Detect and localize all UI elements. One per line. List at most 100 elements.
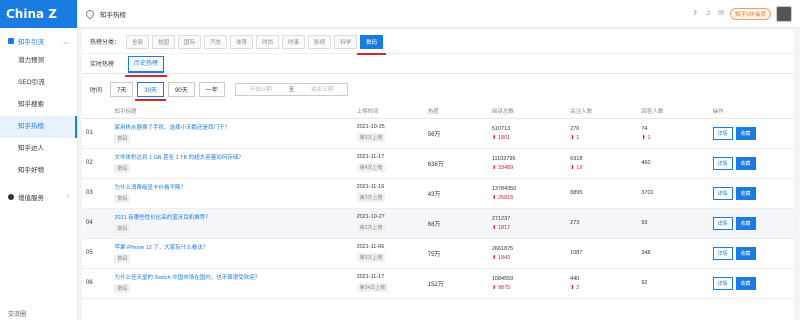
category-film[interactable]: 影视 bbox=[308, 34, 332, 49]
table-row: 01 家用热水器换了手机，选择小天鹅还是西门子？ 数码 2021-10-25 第… bbox=[82, 118, 794, 149]
reads-increase-value: 33489 bbox=[497, 164, 514, 171]
category-news[interactable]: 时事 bbox=[282, 34, 306, 49]
time-90d-button[interactable]: 90天 bbox=[168, 81, 195, 97]
row-reads-cell: 510713 ⬆ 1801 bbox=[487, 118, 567, 149]
question-title-link[interactable]: 2021 有哪些性价比高的蓝牙耳机推荐？ bbox=[114, 213, 352, 221]
logo[interactable]: China Z .com bbox=[0, 0, 77, 49]
row-answers-cell: 3701 bbox=[637, 178, 709, 209]
avatar[interactable] bbox=[776, 5, 792, 22]
nav-group-label: 增值服务 bbox=[18, 195, 44, 202]
collect-button[interactable]: 收藏 bbox=[735, 156, 756, 170]
time-1y-button[interactable]: 一年 bbox=[198, 81, 225, 97]
detail-button[interactable]: 详情 bbox=[712, 156, 733, 170]
sidebar-item-seo[interactable]: SEO引流 bbox=[0, 72, 77, 94]
col-follows[interactable]: 关注人数 bbox=[566, 104, 638, 119]
row-reads-cell: 11103796 ⬆ 33489 bbox=[487, 148, 567, 179]
answers-total: 3701 bbox=[641, 190, 654, 196]
row-follows-cell: 270 ⬆ 1 bbox=[566, 118, 638, 149]
start-date-input[interactable]: 开始日期 bbox=[236, 85, 286, 93]
date-range-picker[interactable]: 开始日期 至 结束日期 bbox=[234, 82, 349, 96]
follows-increase: ⬆ 2 bbox=[570, 284, 580, 291]
nav-group-value-added[interactable]: 增值服务 › bbox=[0, 188, 77, 206]
vip-badge[interactable]: 知乎VIP会员 bbox=[730, 7, 771, 20]
reads-total: 11103796 bbox=[491, 155, 516, 162]
category-intl[interactable]: 国际 bbox=[178, 34, 202, 49]
row-actions-cell: 详情 收藏 bbox=[708, 118, 794, 149]
question-title-link[interactable]: 为什么消费级显卡价格不降？ bbox=[114, 183, 352, 191]
row-date-cell: 2021-11-17 第34次上榜 bbox=[352, 268, 424, 299]
date-range-separator: 至 bbox=[288, 87, 295, 93]
col-heat[interactable]: 热度 bbox=[423, 104, 488, 119]
time-30d-button[interactable]: 30天 bbox=[135, 81, 166, 101]
row-date-cell: 2021-11-06 第3次上榜 bbox=[352, 238, 424, 269]
detail-button[interactable]: 详情 bbox=[712, 276, 733, 290]
category-sports[interactable]: 体育 bbox=[230, 34, 254, 49]
question-title-link[interactable]: 家用热水器换了手机，选择小天鹅还是西门子？ bbox=[114, 123, 352, 131]
category-all[interactable]: 全部 bbox=[126, 34, 150, 49]
collect-button[interactable]: 收藏 bbox=[735, 126, 756, 140]
follows-total: 270 bbox=[570, 125, 580, 132]
collect-button[interactable]: 收藏 bbox=[735, 276, 756, 290]
reads-increase: ⬆ 1817 bbox=[491, 224, 511, 231]
end-date-input[interactable]: 结束日期 bbox=[297, 85, 347, 93]
category-tag: 数码 bbox=[114, 254, 131, 263]
follows-total: 6918 bbox=[570, 155, 583, 162]
category-tag: 数码 bbox=[114, 194, 131, 203]
bell-icon[interactable]: ♫ bbox=[704, 10, 712, 18]
detail-button[interactable]: 详情 bbox=[712, 216, 733, 230]
collect-button[interactable]: 收藏 bbox=[735, 246, 756, 260]
list-date: 2021-10-27 bbox=[356, 214, 385, 220]
reads-increase: ⬆ 33489 bbox=[491, 164, 514, 171]
list-times-tag: 第34次上榜 bbox=[356, 283, 389, 292]
answers-total: 460 bbox=[641, 160, 651, 166]
collect-button[interactable]: 收藏 bbox=[735, 186, 756, 200]
row-heat: 75万 bbox=[423, 238, 488, 269]
main-panel: 热榜分类： 全部 校园 国际 汽车 体育 时尚 时事 影视 科学 数码 实时热榜… bbox=[82, 30, 794, 320]
row-index: 04 bbox=[82, 208, 111, 239]
tab-history[interactable]: 历史热榜 bbox=[125, 56, 168, 77]
answers-increase: ⬆ 1 bbox=[641, 134, 651, 141]
detail-button[interactable]: 详情 bbox=[712, 246, 733, 260]
row-date-cell: 2021-10-25 第3次上榜 bbox=[352, 118, 424, 149]
category-fashion[interactable]: 时尚 bbox=[256, 34, 280, 49]
list-date: 2021-10-25 bbox=[356, 124, 385, 130]
collect-button[interactable]: 收藏 bbox=[735, 216, 756, 230]
question-title-link[interactable]: 苹果 iPhone 12 了，大家有什么看法？ bbox=[114, 243, 352, 251]
category-campus[interactable]: 校园 bbox=[152, 34, 176, 49]
sidebar-item-search[interactable]: 知乎搜索 bbox=[0, 94, 77, 116]
follows-increase: ⬆ 1 bbox=[570, 134, 580, 141]
table-row: 03 为什么消费级显卡价格不降？ 数码 2021-11-16 第3次上榜 43万… bbox=[82, 178, 794, 209]
row-index: 02 bbox=[82, 148, 111, 179]
time-7d-button[interactable]: 7天 bbox=[110, 81, 134, 97]
hotlist-tabs: 实时热榜 历史热榜 bbox=[82, 54, 794, 77]
col-title[interactable]: 知乎标题 bbox=[110, 104, 353, 119]
reads-increase-value: 9875 bbox=[497, 284, 511, 291]
category-digital[interactable]: 数码 bbox=[357, 34, 387, 55]
sidebar: China Z .com 知乎引流 ︿ 潜力预测 SEO引流 知乎搜索 知乎热榜… bbox=[0, 0, 78, 320]
row-answers-cell: 348 bbox=[637, 238, 709, 269]
category-auto[interactable]: 汽车 bbox=[204, 34, 228, 49]
detail-button[interactable]: 详情 bbox=[712, 126, 733, 140]
table-row: 02 文件体积达到 1 GB 甚至 1 TB 的超大容量如何存储？ 数码 202… bbox=[82, 148, 794, 179]
table-row: 06 为什么任天堂的 Switch 中国市场在国内，也不算很受欢迎？ 数码 20… bbox=[82, 268, 794, 299]
chevron-right-icon: › bbox=[67, 194, 69, 200]
message-icon[interactable]: ✉ bbox=[717, 10, 725, 18]
question-title-link[interactable]: 文件体积达到 1 GB 甚至 1 TB 的超大容量如何存储？ bbox=[114, 153, 352, 161]
follows-increase-value: 1 bbox=[576, 134, 580, 141]
category-science[interactable]: 科学 bbox=[334, 34, 358, 49]
row-answers-cell: 460 bbox=[637, 148, 709, 179]
row-title-cell: 家用热水器换了手机，选择小天鹅还是西门子？ 数码 bbox=[110, 118, 353, 149]
sidebar-footer[interactable]: 交流圈 bbox=[8, 309, 26, 318]
col-reads[interactable]: 阅读总数 bbox=[487, 104, 567, 119]
category-tag: 数码 bbox=[114, 164, 131, 173]
tab-realtime[interactable]: 实时热榜 bbox=[90, 59, 114, 73]
detail-button[interactable]: 详情 bbox=[712, 186, 733, 200]
sidebar-item-hotlist[interactable]: 知乎热榜 bbox=[0, 116, 77, 138]
share-icon[interactable]: ⇪ bbox=[691, 10, 699, 18]
sidebar-item-goods[interactable]: 知乎好物 bbox=[0, 160, 77, 182]
sidebar-item-experts[interactable]: 知乎达人 bbox=[0, 138, 77, 160]
row-index: 05 bbox=[82, 238, 111, 269]
col-answers[interactable]: 回答人数 bbox=[637, 104, 709, 119]
col-date[interactable]: 上榜时间 bbox=[352, 104, 424, 119]
question-title-link[interactable]: 为什么任天堂的 Switch 中国市场在国内，也不算很受欢迎？ bbox=[114, 273, 352, 281]
